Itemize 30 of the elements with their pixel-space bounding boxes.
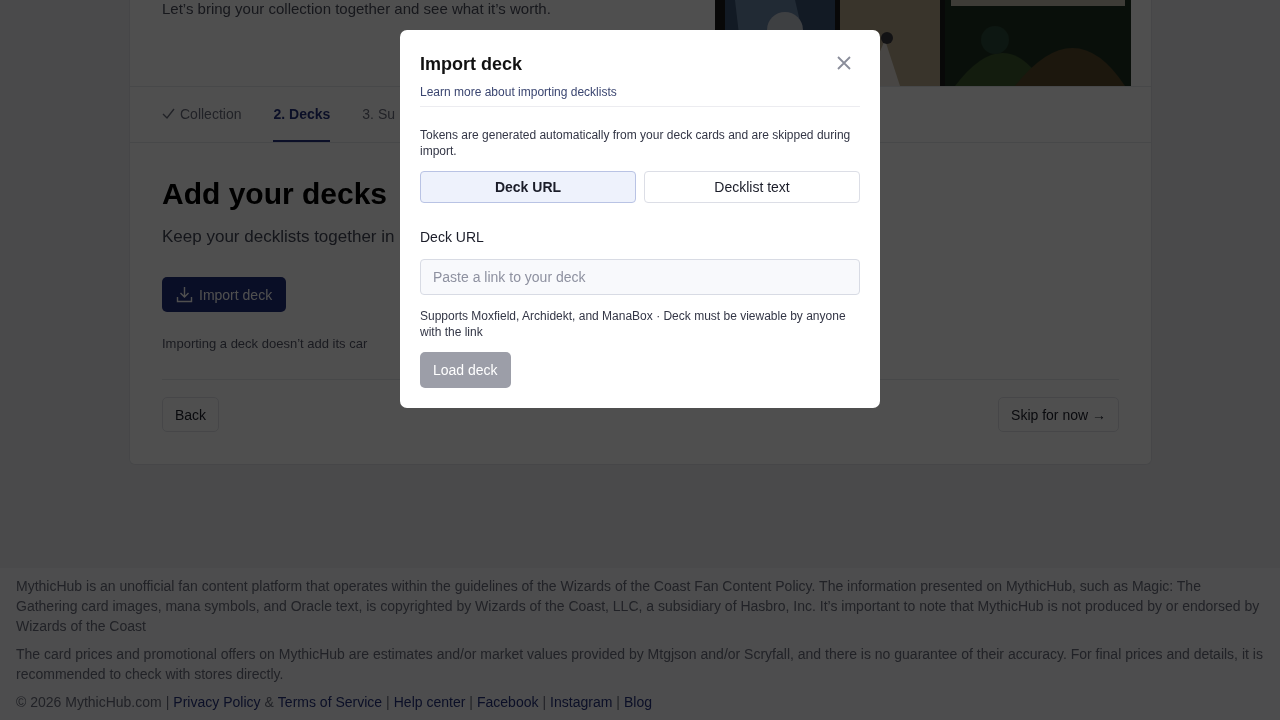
separator: | xyxy=(386,693,390,712)
field-label: Deck URL xyxy=(420,229,485,245)
footer-link[interactable]: Instagram xyxy=(550,692,613,712)
intro-text: Let’s bring your collection together and see what it’s worth. xyxy=(162,0,551,17)
footer-link[interactable]: Blog xyxy=(624,692,652,712)
learn-more-link[interactable]: Learn more about importing decklists xyxy=(420,85,617,99)
footer-link[interactable]: Privacy Policy xyxy=(173,692,261,712)
separator: | xyxy=(165,693,170,712)
footer-link[interactable]: Help center xyxy=(393,692,466,712)
step-tab[interactable]: 2. Decks xyxy=(273,87,331,142)
deck-url-field[interactable]: Paste a link to your deck xyxy=(420,259,860,295)
skip-button[interactable]: Skip for now → xyxy=(998,397,1119,432)
close-icon[interactable] xyxy=(836,54,852,71)
check-icon xyxy=(162,107,175,120)
footer-link[interactable]: Facebook xyxy=(476,692,539,712)
import-deck-button[interactable]: Import deck xyxy=(162,277,287,312)
help-text: Supports Moxfield, Archidekt, and ManaBox · Deck must be viewable by anyone with the link xyxy=(420,308,847,340)
separator: | xyxy=(469,693,473,712)
separator: | xyxy=(542,693,547,712)
mode-tab[interactable]: Deck URL xyxy=(420,171,636,203)
download-icon xyxy=(176,286,193,303)
separator: & xyxy=(264,693,274,712)
section-title: Add your decks xyxy=(162,177,388,211)
tokens-note: Tokens are generated automatically from your deck cards and are skipped during import. xyxy=(420,127,852,159)
separator: | xyxy=(616,693,620,712)
section-subtitle: Keep your decklists together in xyxy=(162,227,395,247)
back-button[interactable]: Back xyxy=(162,397,220,432)
mode-tab[interactable]: Decklist text xyxy=(644,171,860,203)
dialog-title: Import deck xyxy=(420,54,523,75)
footer-link[interactable]: Terms of Service xyxy=(277,692,383,712)
